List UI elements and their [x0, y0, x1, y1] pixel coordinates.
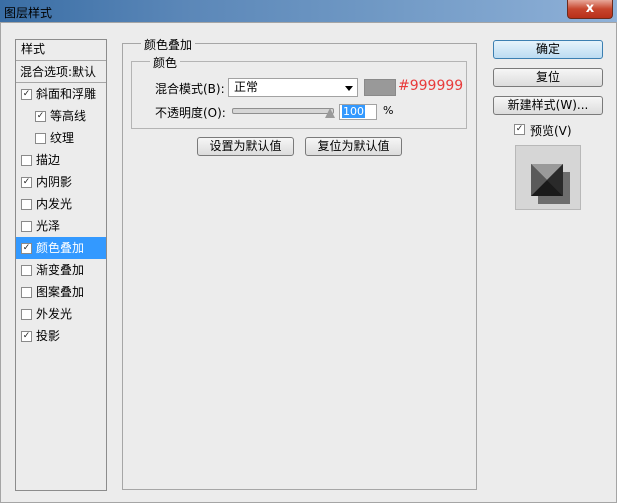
- panel-title: 颜色叠加: [141, 36, 196, 53]
- style-item-label: 颜色叠加: [36, 241, 85, 255]
- checkbox-icon[interactable]: [21, 309, 32, 320]
- style-item-texture[interactable]: 纹理: [16, 127, 106, 149]
- style-item-label: 投影: [36, 329, 61, 343]
- style-list: 样式 混合选项:默认 ✓ 斜面和浮雕 ✓ 等高线 纹理 描边 ✓ 内阴影 内发光…: [15, 39, 107, 491]
- style-item-pattern-overlay[interactable]: 图案叠加: [16, 281, 106, 303]
- style-item-label: 外发光: [36, 307, 73, 321]
- blend-mode-label: 混合模式(B):: [155, 82, 225, 96]
- style-item-stroke[interactable]: 描边: [16, 149, 106, 171]
- style-preview: [515, 145, 581, 210]
- checkbox-icon[interactable]: [21, 221, 32, 232]
- style-item-inner-shadow[interactable]: ✓ 内阴影: [16, 171, 106, 193]
- style-item-contour[interactable]: ✓ 等高线: [16, 105, 106, 127]
- preview-label[interactable]: 预览(V): [530, 122, 572, 139]
- blend-mode-select[interactable]: 正常: [228, 78, 358, 97]
- checkbox-icon[interactable]: ✓: [35, 111, 46, 122]
- set-default-button[interactable]: 设置为默认值: [197, 137, 294, 156]
- ok-button[interactable]: 确定: [493, 40, 603, 59]
- opacity-label: 不透明度(O):: [155, 106, 226, 120]
- style-item-label: 描边: [36, 153, 61, 167]
- checkbox-icon[interactable]: [21, 155, 32, 166]
- blend-mode-value: 正常: [234, 80, 259, 94]
- reset-button[interactable]: 复位: [493, 68, 603, 87]
- style-item-satin[interactable]: 光泽: [16, 215, 106, 237]
- blending-options-item[interactable]: 混合选项:默认: [16, 61, 106, 83]
- new-style-button[interactable]: 新建样式(W)...: [493, 96, 603, 115]
- preview-swatch-icon: [531, 164, 570, 204]
- close-button[interactable]: x: [567, 0, 613, 19]
- color-hex-annotation: #999999: [398, 78, 464, 94]
- title-bar: 图层样式 x: [0, 0, 617, 22]
- opacity-value: 100: [342, 105, 365, 118]
- preview-checkbox[interactable]: ✓: [514, 124, 525, 135]
- style-item-color-overlay[interactable]: ✓ 颜色叠加: [16, 237, 106, 259]
- checkbox-icon[interactable]: ✓: [21, 89, 32, 100]
- style-item-bevel[interactable]: ✓ 斜面和浮雕: [16, 83, 106, 105]
- style-item-inner-glow[interactable]: 内发光: [16, 193, 106, 215]
- chevron-down-icon: [345, 86, 353, 91]
- checkbox-icon[interactable]: [21, 265, 32, 276]
- style-item-label: 内阴影: [36, 175, 73, 189]
- color-swatch[interactable]: [364, 79, 396, 96]
- reset-default-button[interactable]: 复位为默认值: [305, 137, 402, 156]
- style-item-label: 内发光: [36, 197, 73, 211]
- style-item-label: 斜面和浮雕: [36, 87, 97, 101]
- style-item-label: 纹理: [50, 131, 75, 145]
- style-item-label: 光泽: [36, 219, 61, 233]
- style-item-outer-glow[interactable]: 外发光: [16, 303, 106, 325]
- style-item-label: 图案叠加: [36, 285, 85, 299]
- style-item-label: 等高线: [50, 109, 87, 123]
- opacity-input[interactable]: 100: [339, 104, 377, 120]
- style-item-drop-shadow[interactable]: ✓ 投影: [16, 325, 106, 347]
- checkbox-icon[interactable]: ✓: [21, 331, 32, 342]
- window-title: 图层样式: [4, 6, 53, 20]
- checkbox-icon[interactable]: [21, 287, 32, 298]
- checkbox-icon[interactable]: ✓: [21, 243, 32, 254]
- list-header[interactable]: 样式: [16, 40, 106, 61]
- opacity-unit: %: [383, 104, 394, 117]
- checkbox-icon[interactable]: [35, 133, 46, 144]
- checkbox-icon[interactable]: ✓: [21, 177, 32, 188]
- opacity-slider[interactable]: [232, 108, 334, 114]
- checkbox-icon[interactable]: [21, 199, 32, 210]
- style-item-label: 渐变叠加: [36, 263, 85, 277]
- style-item-gradient-overlay[interactable]: 渐变叠加: [16, 259, 106, 281]
- slider-thumb-icon[interactable]: [325, 108, 335, 118]
- color-group-title: 颜色: [150, 54, 181, 71]
